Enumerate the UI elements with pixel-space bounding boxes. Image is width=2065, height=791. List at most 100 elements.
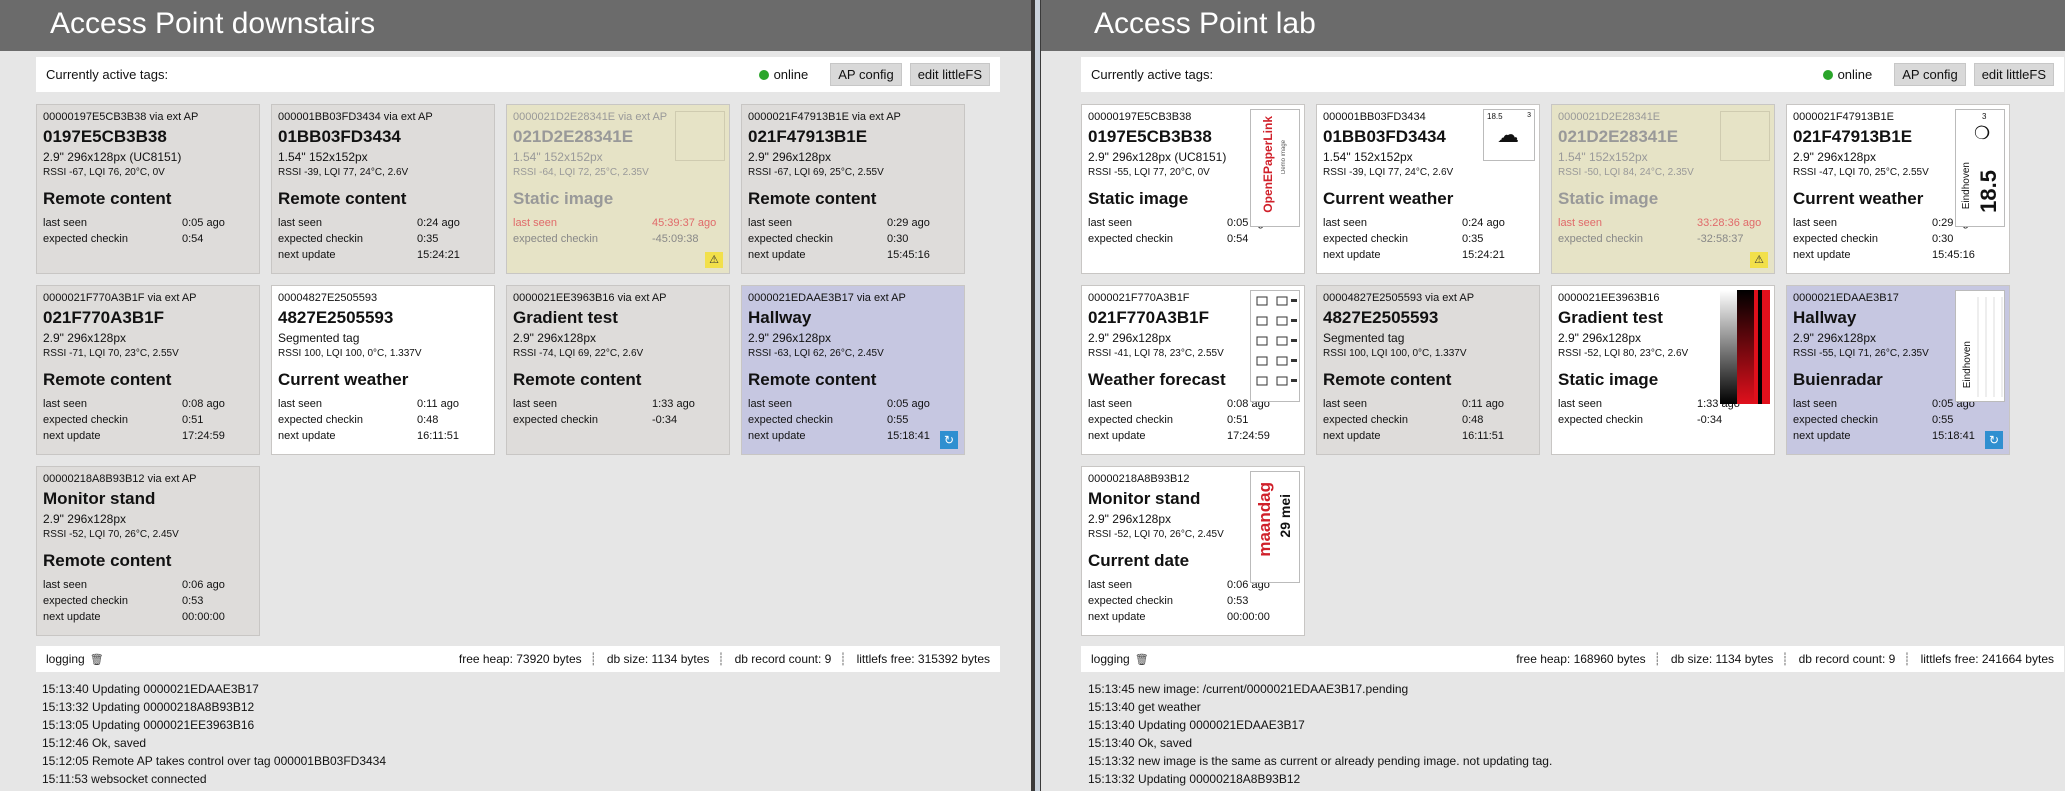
tag-card[interactable]: 0000021F770A3B1F 021F770A3B1F 2.9" 296x1…: [1081, 285, 1305, 455]
status-text: online: [773, 67, 809, 82]
tag-name: 021F770A3B1F: [43, 308, 164, 327]
tag-card[interactable]: 00004827E2505593 4827E2505593 Segmented …: [271, 285, 495, 455]
next-update-value: 15:45:16: [887, 249, 930, 261]
tag-mac: 00004827E2505593: [278, 292, 378, 304]
next-update-label: next update: [278, 430, 336, 442]
last-seen-label: last seen: [513, 217, 558, 229]
last-seen-label: last seen: [43, 217, 88, 229]
last-seen-value: 0:11 ago: [417, 398, 460, 410]
last-seen-value: 0:05 ago: [182, 217, 225, 229]
online-dot-icon: [1822, 70, 1833, 80]
checkin-value: 0:54: [182, 233, 204, 245]
next-update-value: 15:24:21: [1462, 249, 1505, 261]
tag-card[interactable]: 00000218A8B93B12 via ext AP Monitor stan…: [36, 466, 260, 636]
tag-card[interactable]: OpenEPaperLink Demo image 00000197E5CB3B…: [1081, 104, 1305, 274]
last-seen-value: 0:06 ago: [182, 579, 225, 591]
toolbar-label: Currently active tags:: [1091, 67, 1214, 82]
checkin-value: 0:55: [887, 414, 909, 426]
ap-config-button[interactable]: AP config: [1894, 63, 1966, 86]
checkin-label: expected checkin: [748, 414, 833, 426]
trash-icon[interactable]: 🗑: [1135, 654, 1149, 666]
tag-card[interactable]: 0000021F47913B1E via ext AP 021F47913B1E…: [741, 104, 965, 274]
log-line: 15:13:32 Updating 00000218A8B93B12: [42, 700, 255, 714]
next-update-label: next update: [748, 430, 806, 442]
tag-card[interactable]: 0000021EE3963B16 Gradient test 2.9" 296x…: [1551, 285, 1775, 455]
checkin-label: expected checkin: [1793, 233, 1878, 245]
next-update-label: next update: [1793, 249, 1851, 261]
checkin-label: expected checkin: [513, 414, 598, 426]
db-size: db size: 1134 bytes: [606, 652, 710, 666]
tag-mac: 0000021EDAAE3B17 via ext AP: [748, 292, 906, 304]
free-heap: free heap: 168960 bytes: [1516, 652, 1646, 666]
ap-config-button[interactable]: AP config: [830, 63, 902, 86]
next-update-value: 15:24:21: [417, 249, 460, 261]
tag-card[interactable]: maandag 29 mei 00000218A8B93B12 Monitor …: [1081, 466, 1305, 636]
tag-rssi: RSSI -52, LQI 70, 26°C, 2.45V: [43, 529, 179, 540]
last-seen-label: last seen: [748, 398, 793, 410]
rain-chart-graphic: [1977, 297, 2003, 397]
checkin-label: expected checkin: [1323, 414, 1408, 426]
tag-card[interactable]: 0000021D2E28341E via ext AP 021D2E28341E…: [506, 104, 730, 274]
tag-thumbnail: [1720, 290, 1770, 404]
checkin-value: -32:58:37: [1697, 233, 1744, 245]
tag-card[interactable]: 0000021EE3963B16 via ext AP Gradient tes…: [506, 285, 730, 455]
next-update-label: next update: [278, 249, 336, 261]
checkin-label: expected checkin: [278, 233, 363, 245]
refresh-icon[interactable]: ↻: [940, 431, 958, 449]
page-title: Access Point downstairs: [0, 0, 1031, 51]
tag-mac: 00004827E2505593 via ext AP: [1323, 292, 1475, 304]
next-update-value: 16:11:51: [417, 430, 460, 442]
checkin-label: expected checkin: [513, 233, 598, 245]
tag-card[interactable]: 18.5 3 ☁ 000001BB03FD3434 01BB03FD3434 1…: [1316, 104, 1540, 274]
tag-card[interactable]: 00004827E2505593 via ext AP 4827E2505593…: [1316, 285, 1540, 455]
logging-label: logging: [46, 652, 85, 666]
log-line: 15:11:53 websocket connected: [42, 772, 207, 786]
thumb-brand-text: OpenEPaperLink: [1261, 116, 1275, 213]
checkin-label: expected checkin: [1323, 233, 1408, 245]
refresh-icon[interactable]: ↻: [1985, 431, 2003, 449]
tag-card[interactable]: 0000021F770A3B1F via ext AP 021F770A3B1F…: [36, 285, 260, 455]
log-line: 15:13:40 Ok, saved: [1088, 736, 1193, 750]
tag-card[interactable]: Eindhoven 0000021EDAAE3B17 Hallway 2.9" …: [1786, 285, 2010, 455]
tag-card[interactable]: 000001BB03FD3434 via ext AP 01BB03FD3434…: [271, 104, 495, 274]
db-record-count: db record count: 9: [1798, 652, 1896, 666]
log-line: 15:12:46 Ok, saved: [42, 736, 147, 750]
tag-card[interactable]: Eindhoven 18.5 3 ❍ 0000021F47913B1E 021F…: [1786, 104, 2010, 274]
tag-content-type: Remote content: [748, 189, 877, 208]
tag-thumbnail: Eindhoven: [1955, 290, 2005, 402]
last-seen-label: last seen: [1793, 398, 1838, 410]
tag-card[interactable]: 0000021D2E28341E 021D2E28341E 1.54" 152x…: [1551, 104, 1775, 274]
last-seen-label: last seen: [278, 398, 323, 410]
checkin-label: expected checkin: [1793, 414, 1878, 426]
checkin-label: expected checkin: [278, 414, 363, 426]
checkin-label: expected checkin: [1088, 595, 1173, 607]
log-line: 15:13:32 Updating 00000218A8B93B12: [1088, 772, 1301, 786]
log-list: 15:13:40 Updating 0000021EDAAE3B17 15:13…: [42, 680, 386, 788]
checkin-value: -0:34: [1697, 414, 1723, 426]
tag-card[interactable]: 00000197E5CB3B38 via ext AP 0197E5CB3B38…: [36, 104, 260, 274]
next-update-label: next update: [1088, 430, 1146, 442]
littlefs-free: littlefs free: 315392 bytes: [856, 652, 990, 666]
tag-name: 0197E5CB3B38: [43, 127, 167, 146]
tag-mac: 000001BB03FD3434 via ext AP: [278, 111, 433, 123]
last-seen-value: 0:08 ago: [182, 398, 225, 410]
edit-littlefs-button[interactable]: edit littleFS: [1973, 63, 2054, 86]
tag-card[interactable]: 0000021EDAAE3B17 via ext AP Hallway 2.9"…: [741, 285, 965, 455]
thumb-wind: 3: [1982, 112, 1987, 121]
trash-icon[interactable]: 🗑: [90, 654, 104, 666]
last-seen-label: last seen: [43, 398, 88, 410]
checkin-value: -0:34: [652, 414, 678, 426]
logging-bar: logging 🗑 free heap: 73920 bytes ┊ db size…: [36, 646, 1000, 672]
tag-mac: 0000021EE3963B16 via ext AP: [513, 292, 667, 304]
thumb-wind: 3: [1527, 112, 1531, 119]
edit-littlefs-button[interactable]: edit littleFS: [909, 63, 990, 86]
next-update-label: next update: [1323, 430, 1381, 442]
tag-spec: 2.9" 296x128px: [43, 512, 126, 526]
log-line: 15:13:40 get weather: [1088, 700, 1201, 714]
last-seen-value: 0:29 ago: [887, 217, 930, 229]
tag-content-type: Current weather: [1323, 189, 1454, 208]
logging-bar: logging 🗑 free heap: 168960 bytes ┊ db siz…: [1081, 646, 2064, 672]
online-dot-icon: [758, 70, 769, 80]
weather-icon: ❍: [1974, 123, 1991, 143]
tag-content-type: Remote content: [278, 189, 407, 208]
